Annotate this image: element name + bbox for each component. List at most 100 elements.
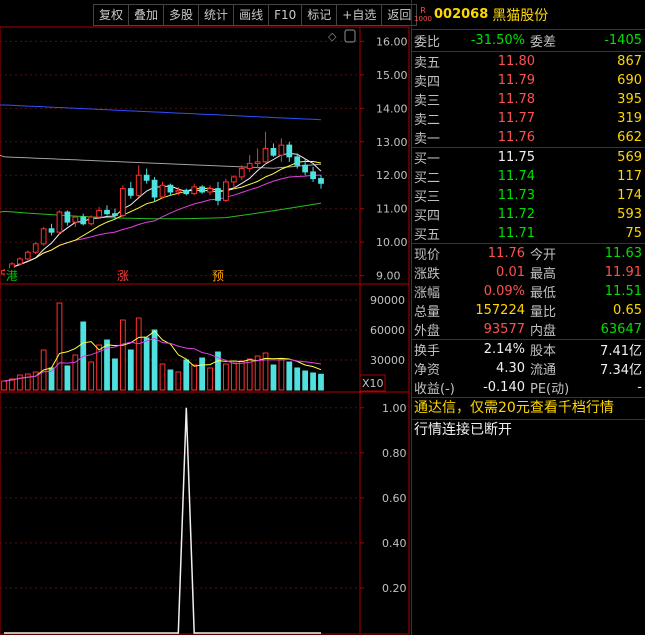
- quote-panel: R 1000 002068 黑猫股份 委比 -31.50% 委差 -1405 卖…: [411, 0, 645, 635]
- order-label: 卖三: [414, 94, 441, 109]
- order-label: 卖一: [414, 132, 441, 147]
- stat-row: 涨幅 0.09% 最低 11.51: [412, 282, 645, 301]
- order-label: 买四: [414, 209, 441, 224]
- stat-label: 流通: [530, 363, 557, 378]
- buy-order-row[interactable]: 买三 11.73 174: [412, 186, 645, 205]
- stat-value: 0.65: [613, 303, 642, 318]
- sell-order-row[interactable]: 卖三 11.78 395: [412, 90, 645, 109]
- stat-label: 现价: [414, 248, 441, 263]
- volume-bar: [191, 364, 198, 391]
- price-axis-label: 11.00: [376, 203, 408, 216]
- volume-axis-label: 90000: [370, 294, 405, 307]
- stat-label: 总量: [414, 305, 441, 320]
- candle-body: [143, 174, 150, 181]
- candle-body: [88, 216, 95, 225]
- candle-body: [48, 228, 55, 233]
- stat-row: 涨跌 0.01 最高 11.91: [412, 263, 645, 282]
- stock-name: 黑猫股份: [492, 7, 549, 24]
- indicator-line: [4, 407, 321, 634]
- candle-body: [175, 189, 182, 193]
- candle-body: [318, 178, 324, 184]
- volume-bar: [230, 362, 237, 391]
- order-label: 买三: [414, 190, 441, 205]
- buy-orders: 买一 11.75 569 买二 11.74 117 买三 11.73 174 买四 11.72 593…: [412, 148, 645, 243]
- buy-order-row[interactable]: 买五 11.71 75: [412, 224, 645, 243]
- stat-row: 现价 11.76 今开 11.63: [412, 244, 645, 263]
- indicator-axis-label: 0.20: [382, 582, 407, 595]
- price-axis-label: 9.00: [376, 270, 401, 283]
- order-price: 11.71: [497, 226, 535, 241]
- volume-axis-label: 30000: [370, 354, 405, 367]
- volume-bar: [112, 358, 118, 391]
- volume-bar: [104, 339, 110, 391]
- price-axis-label: 12.00: [376, 169, 408, 182]
- volume-bar: [159, 363, 166, 391]
- buy-order-row[interactable]: 买二 11.74 117: [412, 167, 645, 186]
- stat-row: 外盘 93577 内盘 63647: [412, 320, 645, 339]
- order-volume: 174: [617, 188, 642, 203]
- order-label: 买二: [414, 171, 441, 186]
- order-volume: 395: [617, 92, 642, 107]
- volume-bar: [72, 354, 79, 391]
- event-marker: 预: [212, 269, 224, 283]
- candle-body: [119, 188, 126, 216]
- order-label: 卖二: [414, 113, 441, 128]
- sell-order-row[interactable]: 卖二 11.77 319: [412, 109, 645, 128]
- sell-order-row[interactable]: 卖四 11.79 690: [412, 71, 645, 90]
- candle-body: [16, 258, 23, 265]
- order-price: 11.76: [497, 130, 535, 145]
- candle-body: [80, 216, 87, 225]
- diamond-icon: ◇: [328, 30, 337, 43]
- order-price: 11.72: [497, 207, 535, 222]
- order-volume: 593: [617, 207, 642, 222]
- stat-label: 股本: [530, 344, 557, 359]
- volume-bar: [246, 358, 253, 391]
- volume-bar: [199, 357, 206, 391]
- kline-chart[interactable]: 复权 叠加 多股 统计 画线 F10 标记 +自选 返回 16.00 15.00 14.00 13.0…: [0, 0, 418, 635]
- order-price: 11.80: [497, 54, 535, 69]
- candle-body: [191, 186, 198, 195]
- order-label: 卖五: [414, 56, 441, 71]
- sell-orders: 卖五 11.80 867 卖四 11.79 690 卖三 11.78 395 卖二 11.77 319…: [412, 52, 645, 147]
- volume-bar: [1, 380, 7, 391]
- sell-order-row[interactable]: 卖一 11.76 662: [412, 128, 645, 147]
- stat-label: 涨跌: [414, 267, 441, 282]
- candle-body: [64, 211, 71, 223]
- stat-value: 93577: [483, 322, 525, 337]
- indicator-axis-label: 0.40: [382, 537, 407, 550]
- candle-body: [159, 184, 166, 198]
- buy-order-row[interactable]: 买四 11.72 593: [412, 205, 645, 224]
- stat-label: 最高: [530, 267, 557, 282]
- price-axis-label: 16.00: [376, 35, 408, 48]
- order-volume: 319: [617, 111, 642, 126]
- candle-body: [254, 161, 261, 165]
- order-volume: 569: [617, 150, 642, 165]
- ma10-line: [3, 160, 322, 272]
- volume-bar: [119, 319, 126, 391]
- price-stats: 现价 11.76 今开 11.63 涨跌 0.01 最高 11.91 涨幅 0.09% 最低 11.5…: [412, 244, 645, 339]
- volume-bar: [175, 371, 182, 391]
- candle-body: [135, 174, 142, 196]
- order-price: 11.79: [497, 73, 535, 88]
- volume-axis-label: 60000: [370, 324, 405, 337]
- volume-bar: [302, 370, 309, 391]
- candle-body: [199, 186, 206, 193]
- order-volume: 75: [625, 226, 642, 241]
- candle-body: [302, 164, 309, 173]
- buy-order-row[interactable]: 买一 11.75 569: [412, 148, 645, 167]
- ad-banner[interactable]: 通达信，仅需20元查看千档行情: [412, 398, 645, 419]
- stat-value: -: [637, 380, 642, 395]
- price-axis-label: 10.00: [376, 236, 408, 249]
- volume-bar: [56, 302, 63, 391]
- volume-bar: [135, 317, 142, 391]
- stat-value: 11.76: [487, 246, 525, 261]
- volume-bar: [310, 372, 316, 391]
- fundamental-row: 换手 2.14% 股本 7.41亿: [412, 340, 645, 359]
- stat-label: 涨幅: [414, 286, 441, 301]
- sell-order-row[interactable]: 卖五 11.80 867: [412, 52, 645, 71]
- candle-body: [127, 188, 134, 196]
- candle-body: [167, 184, 174, 193]
- candle-body: [40, 228, 47, 245]
- volume-bar: [127, 349, 134, 391]
- fundamental-stats: 换手 2.14% 股本 7.41亿 净资 4.30 流通 7.34亿 收益(-) -0.140 PE…: [412, 340, 645, 397]
